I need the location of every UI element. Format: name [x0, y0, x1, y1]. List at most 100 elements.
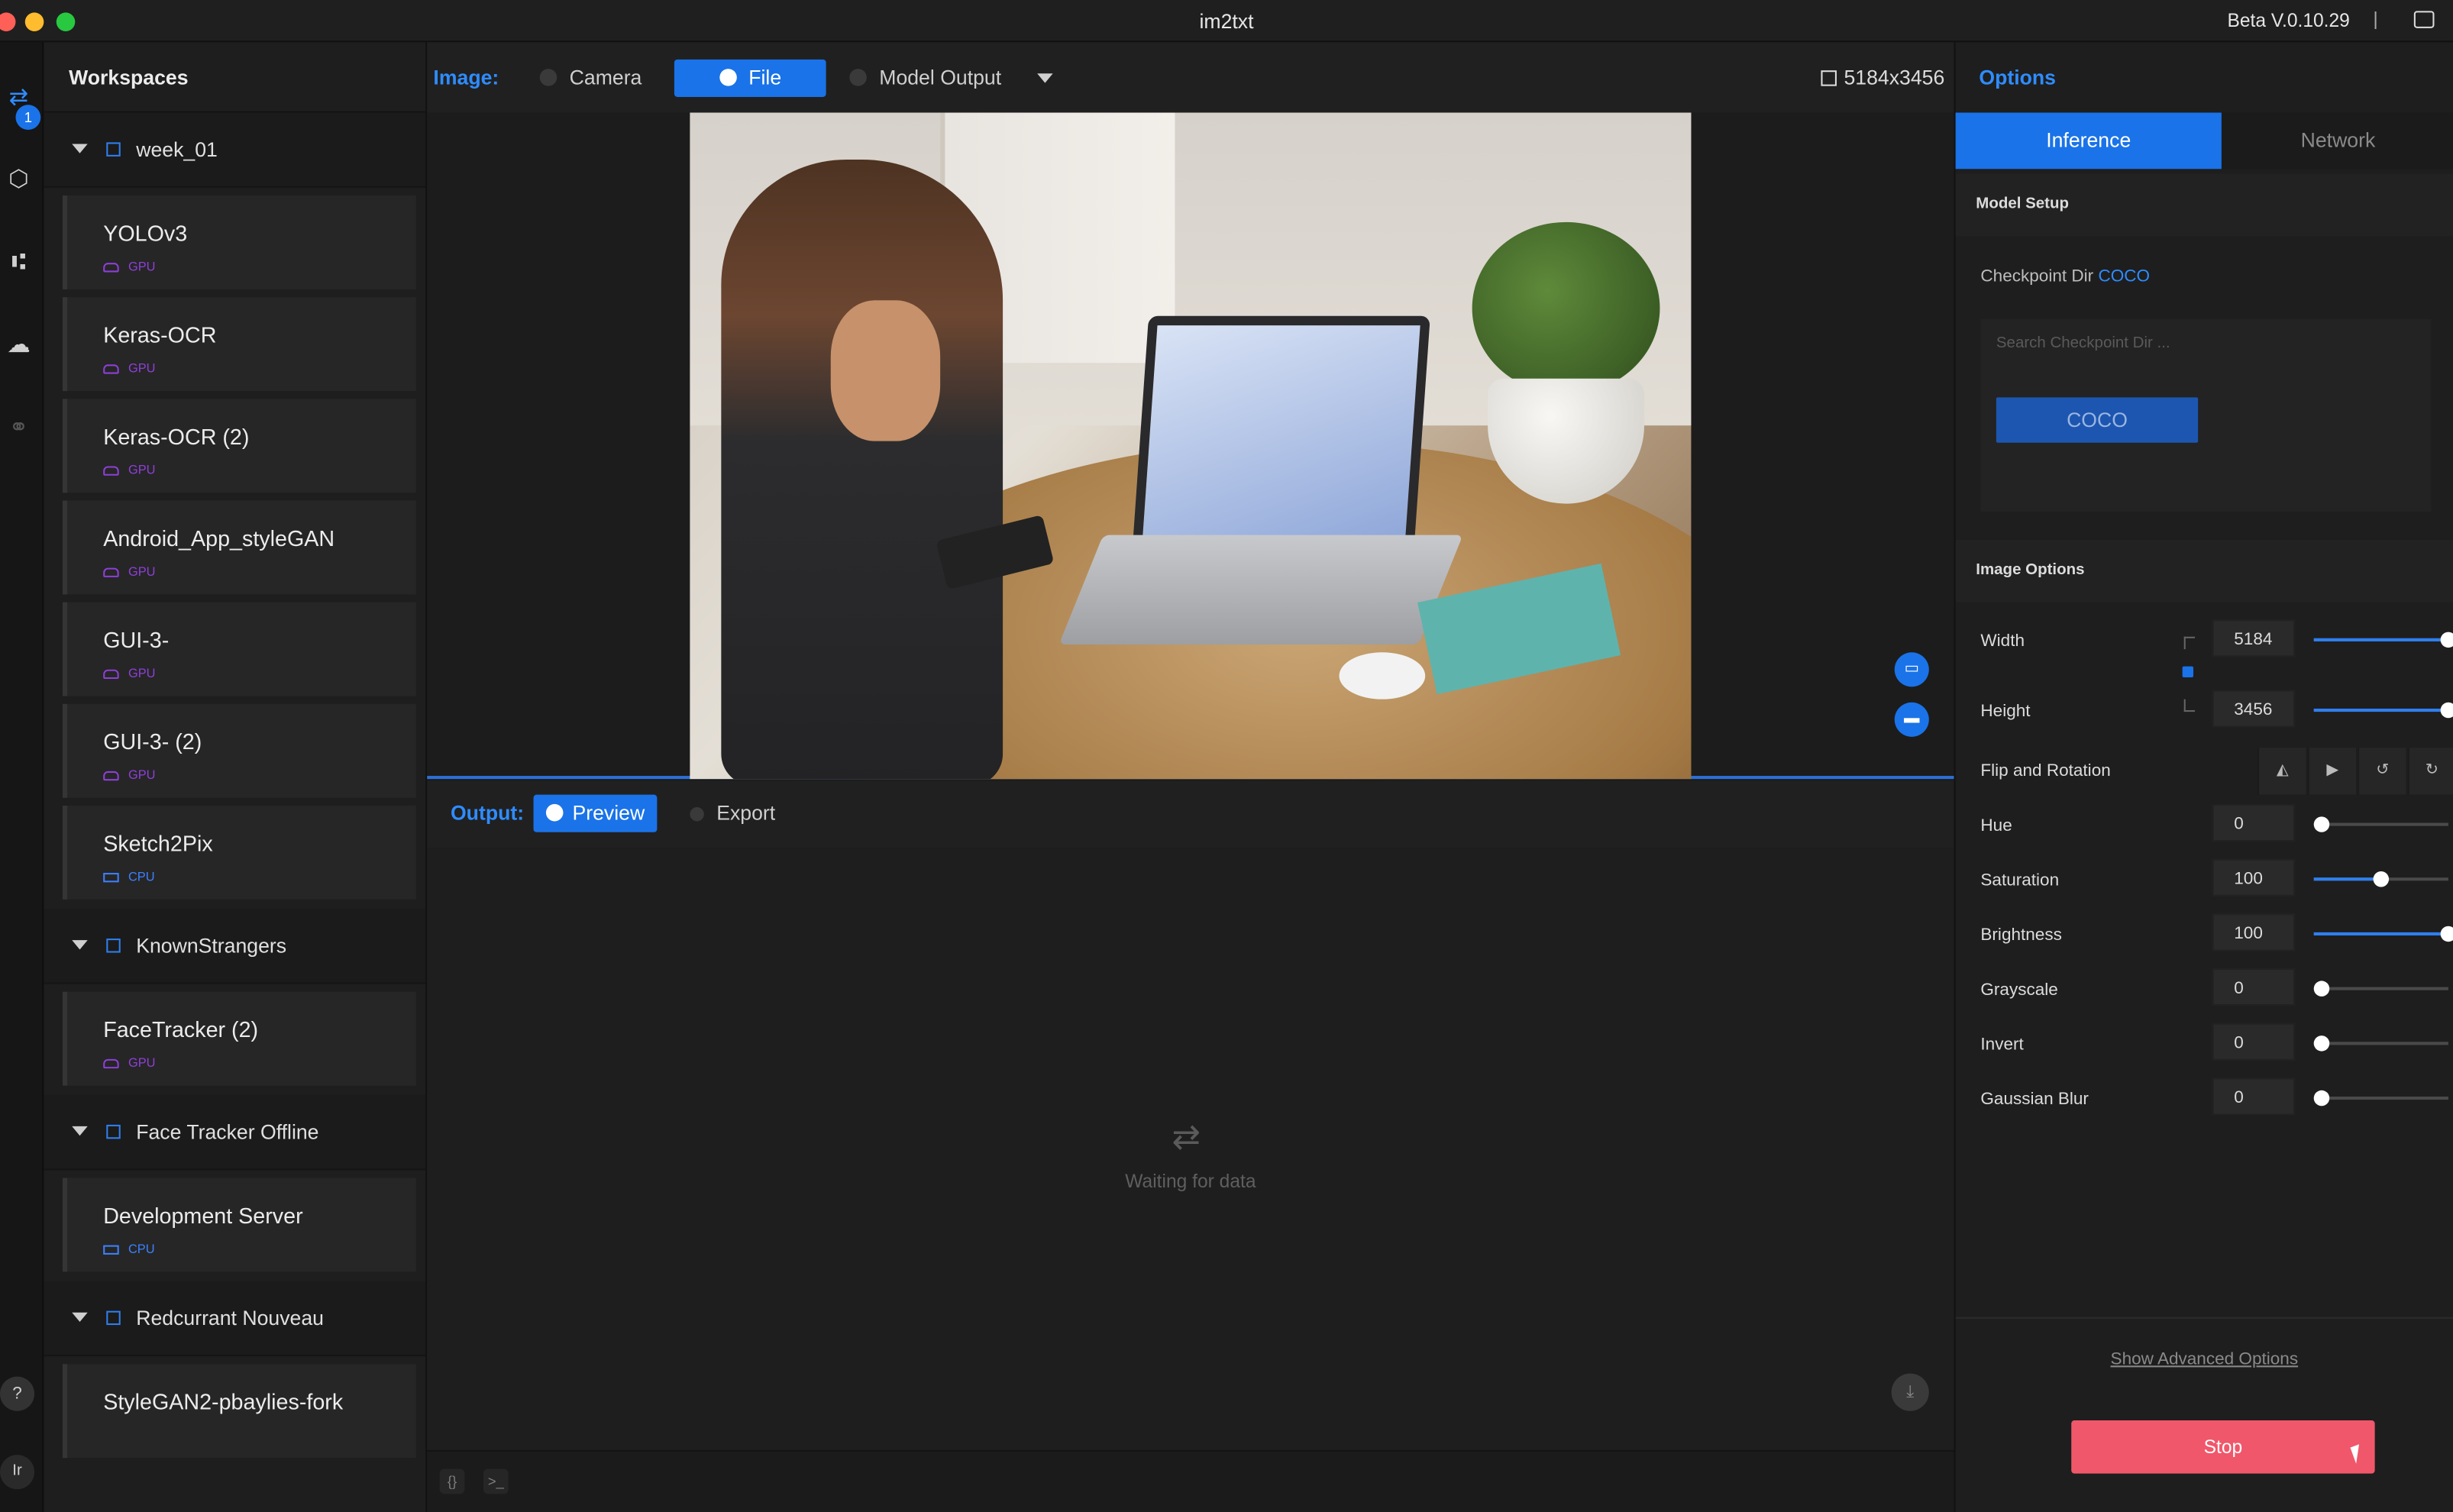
grayscale-slider[interactable]: [2313, 981, 2448, 997]
item-hardware: GPU: [103, 768, 156, 782]
list-item[interactable]: FaceTracker (2) GPU: [62, 991, 416, 1086]
expand-triangle-icon[interactable]: [72, 1312, 88, 1322]
download-icon[interactable]: ⤓: [1891, 1373, 1929, 1411]
item-hardware: GPU: [103, 1055, 156, 1071]
hardware-label: GPU: [128, 1055, 156, 1071]
photo-person: [721, 159, 1004, 780]
export-option[interactable]: Export: [690, 801, 775, 825]
slider-knob[interactable]: [2313, 816, 2330, 832]
list-item[interactable]: Keras-OCR (2) GPU: [62, 399, 416, 493]
list-item[interactable]: GUI-3- GPU: [62, 602, 416, 696]
image-source-bar: Image: Camera File Model Output 5184x345…: [427, 42, 1954, 113]
flip-horizontal-icon[interactable]: ◭: [2257, 748, 2306, 795]
laptop-icon: [103, 1245, 119, 1255]
user-avatar[interactable]: Ir: [0, 1455, 35, 1490]
stop-button[interactable]: Stop: [2071, 1420, 2375, 1474]
flip-vertical-icon[interactable]: ▶: [2307, 748, 2357, 795]
slider-knob[interactable]: [2440, 702, 2453, 719]
swap-arrows-icon: ⇄: [1172, 1116, 1201, 1156]
photo-face: [830, 300, 941, 441]
lock-icon[interactable]: [2182, 666, 2193, 678]
document-icon[interactable]: ▭: [1894, 652, 1929, 687]
preview-button[interactable]: Preview: [533, 794, 658, 832]
brightness-input[interactable]: 100: [2212, 913, 2296, 951]
height-slider[interactable]: [2313, 702, 2453, 719]
file-icon: [719, 69, 736, 86]
list-item[interactable]: Sketch2Pix CPU: [62, 805, 416, 900]
hardware-label: CPU: [128, 1242, 155, 1256]
workspace-group[interactable]: week_01: [44, 112, 426, 188]
width-slider[interactable]: [2313, 632, 2453, 648]
workspace-group-label: week_01: [136, 137, 218, 161]
chevron-down-icon[interactable]: [1037, 73, 1053, 83]
list-item[interactable]: Development Server CPU: [62, 1178, 416, 1272]
list-item[interactable]: YOLOv3 GPU: [62, 195, 416, 289]
list-item[interactable]: Keras-OCR GPU: [62, 297, 416, 392]
file-button[interactable]: File: [674, 59, 826, 98]
list-item[interactable]: GUI-3- (2) GPU: [62, 703, 416, 798]
gaussian-blur-label: Gaussian Blur: [1980, 1090, 2089, 1110]
width-row: Width 5184: [1956, 619, 2453, 666]
photo-plant: [1472, 221, 1660, 395]
camera-option[interactable]: Camera: [539, 66, 642, 89]
rotate-right-icon[interactable]: ↻: [2407, 748, 2453, 795]
checkpoint-option-button[interactable]: COCO: [1996, 397, 2199, 443]
item-hardware: CPU: [103, 870, 155, 884]
slider-knob[interactable]: [2440, 926, 2453, 942]
models-cube-icon[interactable]: ⬡: [3, 164, 34, 195]
tab-network[interactable]: Network: [2222, 112, 2453, 169]
brightness-row: Brightness 100: [1956, 913, 2453, 960]
workspaces-sidebar: Workspaces week_01 YOLOv3 GPU Keras-OCR GP…: [44, 42, 428, 1512]
workspace-group-label: KnownStrangers: [136, 933, 287, 958]
pipeline-icon[interactable]: ⑆: [3, 247, 34, 279]
workspace-group[interactable]: Redcurrant Nouveau: [44, 1281, 426, 1357]
expand-triangle-icon[interactable]: [72, 144, 88, 153]
export-option-label: Export: [716, 800, 776, 825]
width-input[interactable]: 5184: [2212, 619, 2296, 657]
checkpoint-search-input[interactable]: Search Checkpoint Dir ...: [1996, 334, 2170, 352]
link-icon[interactable]: ⚭: [3, 413, 34, 444]
slider-knob[interactable]: [2313, 1090, 2330, 1107]
workspace-group[interactable]: KnownStrangers: [44, 909, 426, 984]
gaussian-blur-input[interactable]: 0: [2212, 1077, 2296, 1116]
checkpoint-picker: Search Checkpoint Dir ... COCO: [1980, 318, 2432, 512]
model-output-option[interactable]: Model Output: [849, 66, 1001, 89]
flip-rotation-label: Flip and Rotation: [1980, 761, 2111, 781]
gaussian-blur-slider[interactable]: [2313, 1090, 2448, 1107]
show-advanced-options-link[interactable]: Show Advanced Options: [1956, 1350, 2453, 1369]
rotate-left-icon[interactable]: ↺: [2358, 748, 2406, 795]
saturation-input[interactable]: 100: [2212, 858, 2296, 897]
checkpoint-dir-value[interactable]: COCO: [2098, 267, 2150, 286]
workspace-group[interactable]: Face Tracker Offline: [44, 1094, 426, 1171]
cloud-upload-icon[interactable]: ☁: [3, 330, 34, 361]
item-name: GUI-3- (2): [103, 729, 202, 754]
hue-input[interactable]: 0: [2212, 803, 2296, 842]
tab-inference[interactable]: Inference: [1955, 112, 2222, 170]
brightness-slider[interactable]: [2313, 926, 2453, 942]
slider-knob[interactable]: [2440, 632, 2453, 648]
grayscale-input[interactable]: 0: [2212, 968, 2296, 1006]
list-item[interactable]: StyleGAN2-pbaylies-fork: [62, 1364, 416, 1459]
hue-slider[interactable]: [2313, 816, 2448, 832]
slider-knob[interactable]: [2373, 871, 2390, 887]
slider-knob[interactable]: [2313, 1035, 2330, 1052]
item-name: Keras-OCR: [103, 321, 217, 347]
help-icon[interactable]: ?: [0, 1376, 35, 1411]
saturation-slider[interactable]: [2313, 871, 2448, 887]
camera-icon: [539, 69, 558, 86]
list-item[interactable]: Android_App_styleGAN GPU: [62, 500, 416, 595]
version-label: Beta V.0.10.29: [2227, 9, 2350, 31]
invert-row: Invert 0: [1956, 1023, 2453, 1070]
invert-input[interactable]: 0: [2212, 1023, 2296, 1061]
code-braces-icon[interactable]: {}: [439, 1468, 465, 1494]
expand-triangle-icon[interactable]: [72, 940, 88, 950]
slider-knob[interactable]: [2313, 981, 2330, 997]
height-input[interactable]: 3456: [2212, 690, 2296, 728]
chat-icon[interactable]: [2413, 11, 2435, 28]
expand-triangle-icon[interactable]: [72, 1126, 88, 1136]
folder-icon[interactable]: ▬: [1894, 702, 1929, 737]
item-name: GUI-3-: [103, 627, 170, 653]
resize-icon: [1820, 70, 1837, 86]
invert-slider[interactable]: [2313, 1035, 2448, 1052]
terminal-icon[interactable]: >_: [483, 1468, 509, 1494]
